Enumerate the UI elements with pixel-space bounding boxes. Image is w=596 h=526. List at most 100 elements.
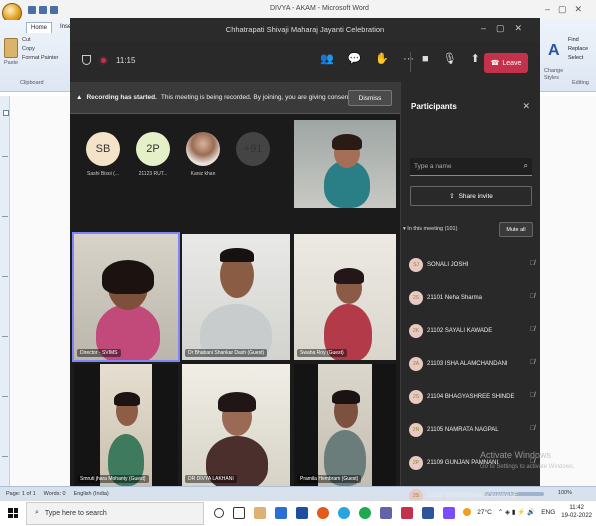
- video-tile[interactable]: Dr Bhabani Shankar Dash (Guest): [182, 234, 290, 360]
- system-tray: 27°C ⌃ ◈ ▮ ⚡ 🔊 ENG 11:42 19-02-2022: [463, 504, 592, 520]
- participant-item[interactable]: 2N 21105 NAMRATA NAGPAL 🎙̸: [409, 413, 535, 446]
- participant-avatar[interactable]: Kaniz khan: [186, 132, 220, 177]
- teams-window-controls[interactable]: –▢✕: [481, 23, 532, 34]
- participant-name: 21104 BHAGYASHREE SHINDE: [427, 393, 515, 400]
- avatar-name: Sashi Bisoi (...: [87, 171, 119, 177]
- participant-avatar: 2P: [409, 455, 423, 470]
- taskbar-search-placeholder: Type here to search: [44, 509, 107, 517]
- mic-off-icon: 🎙̸: [529, 392, 535, 399]
- vertical-ruler: [0, 96, 10, 486]
- video-tile-label: Smruti jhara Mohanty (Guest): [77, 475, 149, 483]
- chat-icon[interactable]: 💬: [348, 52, 362, 65]
- recording-icon: [99, 55, 108, 65]
- more-participants-count: +91: [236, 132, 270, 166]
- temperature[interactable]: 27°C: [477, 509, 492, 516]
- find-button[interactable]: Find: [568, 36, 588, 45]
- reactions-icon[interactable]: ✋: [375, 52, 389, 65]
- format-painter-button[interactable]: Format Painter: [22, 54, 58, 63]
- page-count[interactable]: Page: 1 of 1: [6, 491, 36, 497]
- participant-item[interactable]: 2K 21102 SAYALI KAWADE 🎙̸: [409, 314, 535, 347]
- weather-icon[interactable]: [463, 508, 472, 516]
- video-tile[interactable]: Smruti jhara Mohanty (Guest): [74, 364, 178, 486]
- participant-name: SONALI JOSHI: [427, 261, 469, 268]
- mail-icon[interactable]: [275, 507, 287, 519]
- app-icon[interactable]: [443, 507, 455, 519]
- change-styles-label[interactable]: Change Styles: [544, 68, 570, 82]
- tab-selector[interactable]: [3, 110, 9, 116]
- recording-banner-text: This meeting is being recorded. By joini…: [160, 94, 365, 101]
- video-tile-label: Director - SVIMS: [77, 349, 121, 357]
- participant-item[interactable]: 2S 21101 Neha Sharma 🎙̸: [409, 281, 535, 314]
- copy-button[interactable]: Copy: [22, 45, 58, 54]
- participant-search-input[interactable]: Type a name ⌕: [410, 158, 532, 176]
- in-meeting-section-toggle[interactable]: ▾ In this meeting (101): [403, 226, 457, 232]
- activate-windows-subtext: Go to Settings to activate Windows.: [480, 464, 575, 470]
- mic-off-icon: 🎙̸: [529, 293, 535, 300]
- video-tile[interactable]: Director - SVIMS: [72, 232, 180, 362]
- select-button[interactable]: Select: [568, 54, 588, 63]
- cortana-icon[interactable]: [214, 508, 224, 518]
- change-styles-icon[interactable]: A: [548, 42, 560, 60]
- taskbar-search-input[interactable]: ⌕ Type here to search: [26, 501, 204, 525]
- start-button[interactable]: [0, 501, 26, 526]
- participant-avatar[interactable]: SB Sashi Bisoi (...: [86, 132, 120, 177]
- mute-all-button[interactable]: Mute all: [499, 222, 533, 237]
- search-icon: ⌕: [523, 161, 528, 170]
- paste-label: Paste: [4, 60, 19, 66]
- store-icon[interactable]: [296, 507, 308, 519]
- more-actions-icon[interactable]: ···: [403, 53, 414, 65]
- tray-icons[interactable]: ⌃ ◈ ▮ ⚡ 🔊: [498, 508, 535, 516]
- share-screen-icon[interactable]: ⬆: [471, 52, 480, 65]
- chrome-icon[interactable]: [359, 507, 371, 519]
- warning-icon: ▲: [76, 94, 83, 101]
- language-indicator[interactable]: ENG: [541, 509, 555, 516]
- participant-item[interactable]: SJ SONALI JOSHI 🎙̸: [409, 248, 535, 281]
- participant-name: 21112 VIPASHYANA SONAWANE: [427, 492, 518, 499]
- activate-windows-watermark: Activate Windows: [480, 450, 552, 460]
- cut-button[interactable]: Cut: [22, 36, 58, 45]
- leave-button[interactable]: ☎ Leave: [484, 53, 528, 73]
- windows-taskbar: ⌕ Type here to search 27°C ⌃ ◈ ▮ ⚡ 🔊 ENG…: [0, 500, 596, 525]
- task-view-icon[interactable]: [233, 507, 245, 519]
- file-explorer-icon[interactable]: [254, 507, 266, 519]
- video-tile[interactable]: DR DIVYA LAKHANI: [182, 364, 290, 486]
- edge-icon[interactable]: [338, 507, 350, 519]
- replace-button[interactable]: Replace: [568, 45, 588, 54]
- firefox-icon[interactable]: [317, 507, 329, 519]
- video-stage: SB Sashi Bisoi (... 2P 21123 RUT... Kani…: [70, 114, 400, 486]
- quick-access-toolbar[interactable]: [28, 6, 58, 14]
- participant-item[interactable]: 2A 21103 ISHA ALAMCHANDANI 🎙̸: [409, 347, 535, 380]
- share-icon: ⇪: [449, 193, 455, 200]
- participant-avatar: 2K: [409, 323, 423, 338]
- people-icon[interactable]: 👥: [320, 52, 334, 65]
- language-indicator[interactable]: English (India): [74, 491, 109, 497]
- video-tile[interactable]: Pramila Hembram (Guest): [294, 364, 396, 486]
- camera-icon[interactable]: ■: [422, 53, 429, 65]
- mic-off-icon[interactable]: 🎙: [443, 52, 457, 65]
- pdf-icon[interactable]: [401, 507, 413, 519]
- video-tile-label: Dr Bhabani Shankar Dash (Guest): [185, 349, 268, 357]
- editing-group-label: Editing: [572, 80, 589, 86]
- clock-date: 19-02-2022: [561, 513, 592, 519]
- avatar-initials: 2P: [136, 132, 170, 166]
- dismiss-button[interactable]: Dismiss: [348, 90, 392, 106]
- word-window-controls[interactable]: –▢✕: [545, 4, 590, 15]
- meeting-title: Chhatrapati Shivaji Maharaj Jayanti Cele…: [225, 25, 385, 34]
- word-app-icon[interactable]: [422, 507, 434, 519]
- word-count[interactable]: Words: 0: [44, 491, 66, 497]
- share-invite-button[interactable]: ⇪ Share invite: [410, 186, 532, 206]
- zoom-level[interactable]: 100%: [558, 490, 572, 496]
- in-meeting-label: In this meeting (101): [407, 226, 458, 232]
- clock[interactable]: 11:42 19-02-2022: [561, 504, 592, 520]
- tab-home[interactable]: Home: [26, 22, 53, 33]
- teams-app-icon[interactable]: [380, 507, 392, 519]
- meeting-timer: 11:15: [116, 55, 136, 65]
- mic-off-icon: 🎙̸: [529, 425, 535, 432]
- more-participants[interactable]: +91: [236, 132, 270, 177]
- video-tile-presenter[interactable]: [294, 120, 396, 208]
- participant-avatar[interactable]: 2P 21123 RUT...: [136, 132, 170, 177]
- video-tile[interactable]: Swaha Roy (Guest): [294, 234, 396, 360]
- paste-button[interactable]: [4, 38, 18, 58]
- participant-item[interactable]: 2S 21104 BHAGYASHREE SHINDE 🎙̸: [409, 380, 535, 413]
- close-icon[interactable]: ✕: [522, 101, 530, 112]
